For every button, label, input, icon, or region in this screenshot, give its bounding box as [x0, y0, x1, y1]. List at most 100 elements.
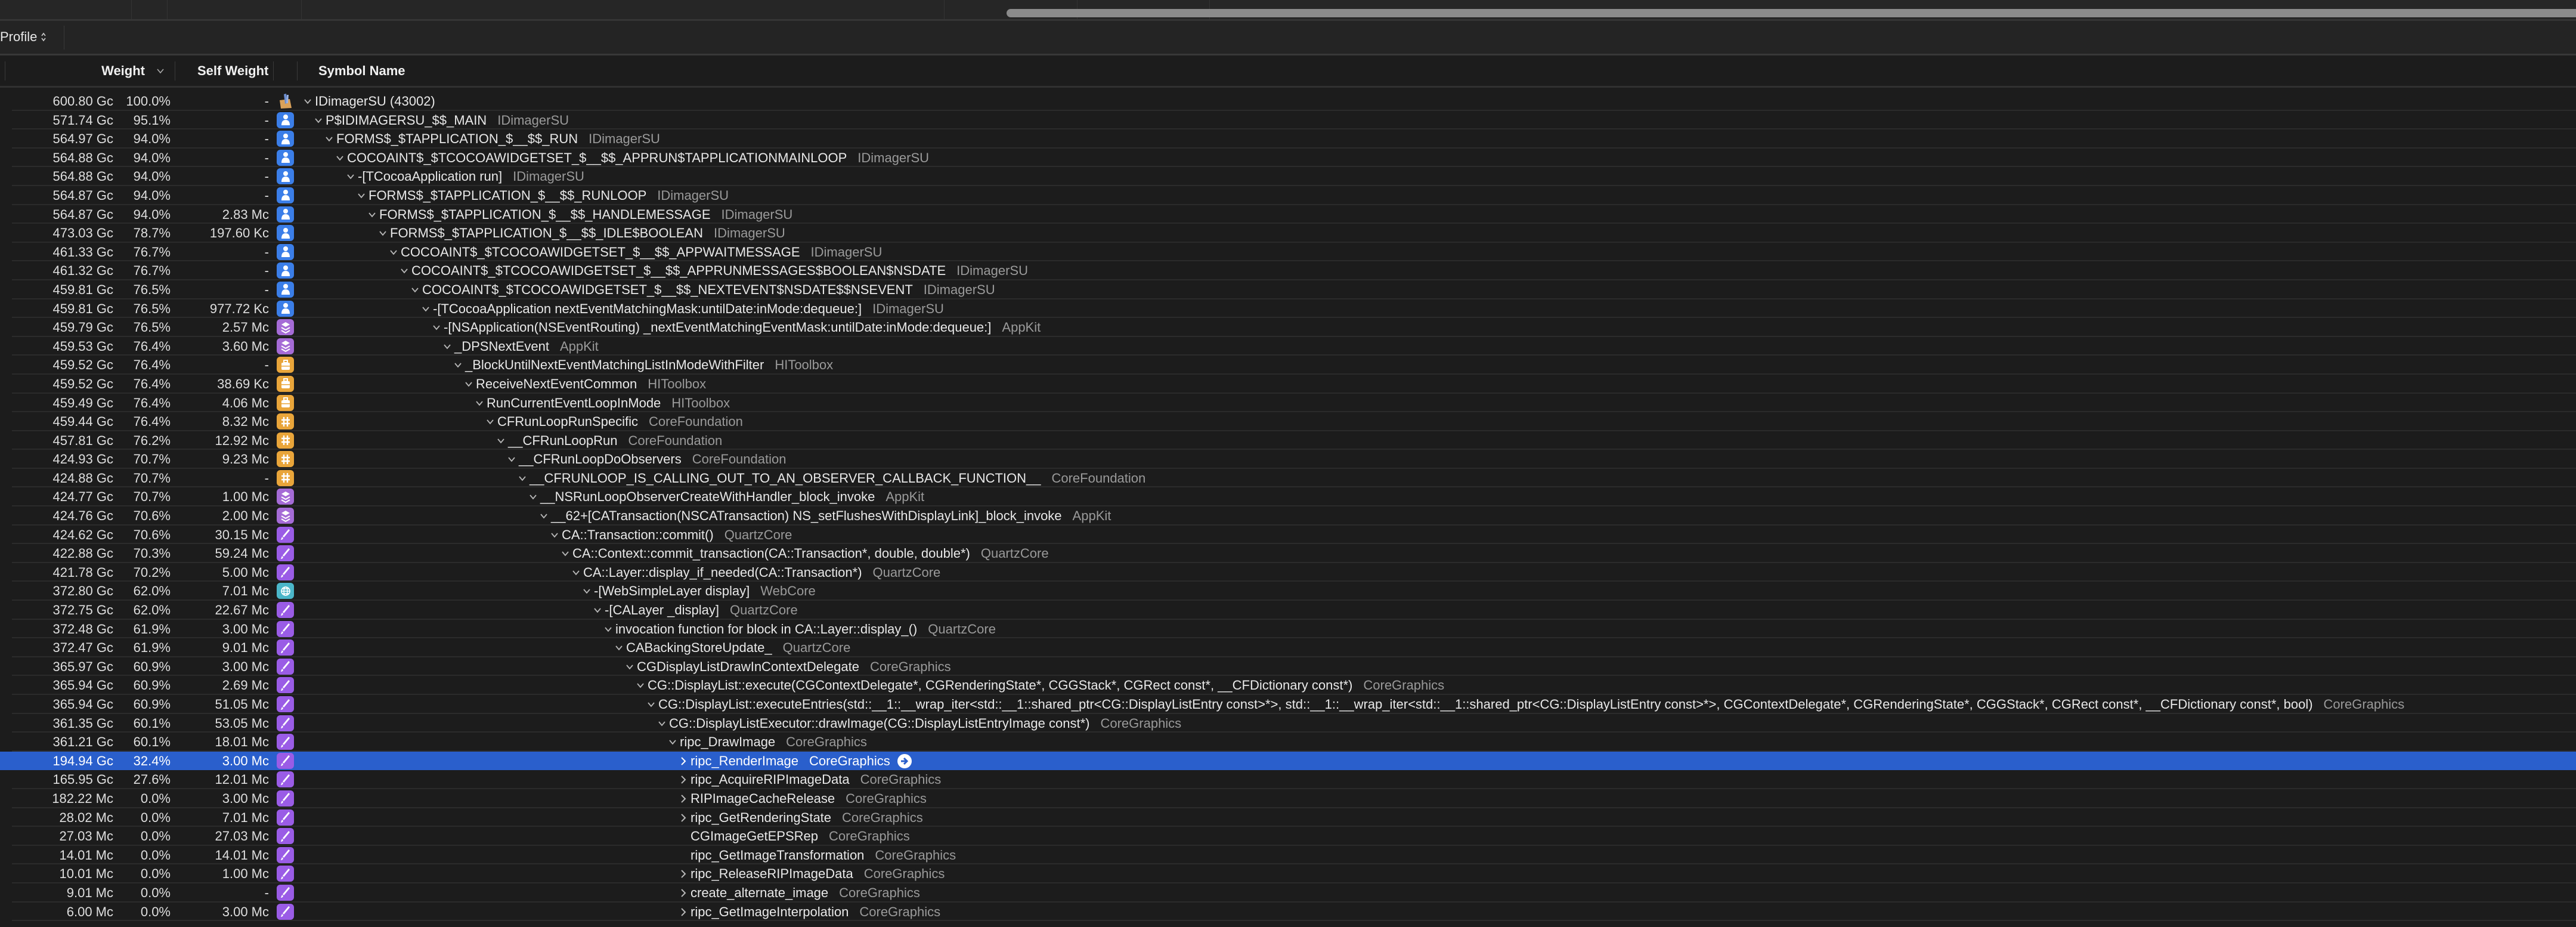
- table-row[interactable]: 459.52 Gc 76.4% - _BlockUntilNextEventMatch…: [0, 356, 2576, 375]
- table-row[interactable]: 372.47 Gc 61.9% 9.01 Mc CABackingStoreUpdat…: [0, 638, 2576, 657]
- table-row[interactable]: 9.01 Mc 0.0% - create_alternate_image CoreGr…: [0, 883, 2576, 903]
- table-row[interactable]: 361.35 Gc 60.1% 53.05 Mc CG::DisplayListExe…: [0, 714, 2576, 733]
- disclosure-toggle[interactable]: [678, 866, 689, 882]
- table-row[interactable]: 10.01 Mc 0.0% 1.00 Mc ripc_ReleaseRIPImageD…: [0, 864, 2576, 883]
- disclosure-toggle[interactable]: [496, 433, 506, 449]
- disclosure-toggle[interactable]: [517, 471, 528, 486]
- disclosure-toggle[interactable]: [635, 678, 646, 693]
- chevron-down-icon[interactable]: [518, 475, 527, 482]
- focus-arrow-icon[interactable]: [897, 753, 912, 768]
- column-header-self-weight[interactable]: Self Weight: [197, 63, 268, 79]
- table-row[interactable]: 372.80 Gc 62.0% 7.01 Mc -[WebSimpleLayer di…: [0, 582, 2576, 601]
- chevron-down-icon[interactable]: [529, 493, 537, 500]
- chevron-down-icon[interactable]: [572, 569, 580, 576]
- chevron-down-icon[interactable]: [593, 607, 602, 614]
- chevron-down-icon[interactable]: [304, 98, 312, 105]
- table-row[interactable]: 422.88 Gc 70.3% 59.24 Mc CA::Context::commi…: [0, 544, 2576, 563]
- chevron-down-icon[interactable]: [647, 701, 655, 708]
- table-row[interactable]: 365.94 Gc 60.9% 2.69 Mc CG::DisplayList::ex…: [0, 676, 2576, 695]
- chevron-down-icon[interactable]: [604, 626, 612, 633]
- chevron-down-icon[interactable]: [475, 400, 484, 407]
- disclosure-toggle[interactable]: [431, 320, 442, 335]
- chevron-right-icon[interactable]: [680, 813, 686, 823]
- table-row[interactable]: 424.93 Gc 70.7% 9.23 Mc __CFRunLoopDoObserv…: [0, 450, 2576, 469]
- chevron-down-icon[interactable]: [422, 305, 430, 313]
- disclosure-toggle[interactable]: [624, 659, 635, 675]
- chevron-down-icon[interactable]: [411, 286, 419, 293]
- table-row[interactable]: 6.00 Mc 0.0% 3.00 Mc ripc_GetImageInterpola…: [0, 903, 2576, 922]
- chevron-down-icon[interactable]: [486, 418, 494, 425]
- sort-descending-icon[interactable]: [156, 67, 165, 75]
- chevron-down-icon[interactable]: [497, 437, 505, 444]
- chevron-down-icon[interactable]: [379, 230, 387, 237]
- table-row[interactable]: 459.79 Gc 76.5% 2.57 Mc -[NSApplication(NSE…: [0, 318, 2576, 337]
- chevron-down-icon[interactable]: [325, 135, 333, 143]
- disclosure-toggle[interactable]: [324, 131, 335, 147]
- chevron-down-icon[interactable]: [357, 192, 366, 199]
- chevron-down-icon[interactable]: [668, 738, 677, 746]
- table-row[interactable]: 459.81 Gc 76.5% - COCOAINT$_$TCOCOAWIDGETSE…: [0, 280, 2576, 299]
- table-row[interactable]: 564.97 Gc 94.0% - FORMS$_$TAPPLICATION_$__$…: [0, 129, 2576, 149]
- table-row[interactable]: 361.21 Gc 60.1% 18.01 Mc ripc_DrawImage Core…: [0, 733, 2576, 752]
- chevron-down-icon[interactable]: [658, 720, 666, 727]
- table-row[interactable]: 365.94 Gc 60.9% 51.05 Mc CG::DisplayList::e…: [0, 695, 2576, 714]
- disclosure-toggle[interactable]: [474, 395, 485, 411]
- column-divider[interactable]: [297, 61, 298, 81]
- table-row[interactable]: 424.76 Gc 70.6% 2.00 Mc __62+[CATransaction…: [0, 506, 2576, 526]
- chevron-down-icon[interactable]: [583, 588, 591, 595]
- disclosure-toggle[interactable]: [657, 716, 667, 731]
- disclosure-toggle[interactable]: [678, 791, 689, 807]
- table-row[interactable]: 459.49 Gc 76.4% 4.06 Mc RunCurrentEventLoop…: [0, 394, 2576, 413]
- disclosure-toggle[interactable]: [678, 753, 689, 769]
- table-row[interactable]: 564.87 Gc 94.0% 2.83 Mc FORMS$_$TAPPLICATIO…: [0, 205, 2576, 224]
- disclosure-toggle[interactable]: [528, 489, 538, 505]
- table-row[interactable]: 372.48 Gc 61.9% 3.00 Mc invocation function…: [0, 620, 2576, 639]
- disclosure-toggle[interactable]: [463, 376, 474, 392]
- profile-selector[interactable]: Profile: [0, 29, 47, 45]
- table-row[interactable]: 459.53 Gc 76.4% 3.60 Mc _DPSNextEvent AppKit: [0, 337, 2576, 356]
- disclosure-toggle[interactable]: [377, 225, 388, 241]
- table-row[interactable]: 182.22 Mc 0.0% 3.00 Mc RIPImageCacheRelease…: [0, 789, 2576, 808]
- table-row[interactable]: 28.02 Mc 0.0% 7.01 Mc ripc_GetRenderingStat…: [0, 808, 2576, 827]
- column-divider[interactable]: [273, 61, 274, 81]
- chevron-right-icon[interactable]: [680, 775, 686, 784]
- chevron-down-icon[interactable]: [389, 249, 398, 256]
- table-row[interactable]: 571.74 Gc 95.1% - P$IDIMAGERSU_$$_MAIN IDima…: [0, 111, 2576, 130]
- disclosure-toggle[interactable]: [410, 282, 420, 298]
- horizontal-scrollbar[interactable]: [1007, 9, 2576, 17]
- chevron-right-icon[interactable]: [680, 756, 686, 766]
- chevron-right-icon[interactable]: [680, 888, 686, 898]
- chevron-down-icon[interactable]: [368, 211, 376, 218]
- table-row[interactable]: 600.80 Gc 100.0% - IDimagerSU (43002): [0, 92, 2576, 111]
- table-row[interactable]: 459.52 Gc 76.4% 38.69 Kc ReceiveNextEventCo…: [0, 375, 2576, 394]
- disclosure-toggle[interactable]: [667, 734, 678, 750]
- table-row[interactable]: 564.88 Gc 94.0% - -[TCocoaApplication run] I…: [0, 167, 2576, 186]
- chevron-down-icon[interactable]: [454, 361, 462, 369]
- disclosure-toggle[interactable]: [549, 527, 560, 543]
- chevron-down-icon[interactable]: [636, 682, 645, 689]
- disclosure-toggle[interactable]: [345, 169, 356, 184]
- table-row[interactable]: 424.62 Gc 70.6% 30.15 Mc CA::Transaction::c…: [0, 526, 2576, 545]
- table-row[interactable]: 165.95 Gc 27.6% 12.01 Mc ripc_AcquireRIPIma…: [0, 770, 2576, 789]
- disclosure-toggle[interactable]: [356, 188, 367, 203]
- disclosure-toggle[interactable]: [678, 904, 689, 920]
- disclosure-toggle[interactable]: [614, 640, 624, 656]
- disclosure-toggle[interactable]: [646, 697, 657, 712]
- disclosure-toggle[interactable]: [678, 772, 689, 787]
- chevron-down-icon[interactable]: [314, 117, 323, 124]
- disclosure-toggle[interactable]: [506, 452, 517, 467]
- disclosure-toggle[interactable]: [560, 546, 571, 561]
- disclosure-toggle[interactable]: [592, 602, 603, 618]
- chevron-down-icon[interactable]: [626, 663, 634, 670]
- chevron-down-icon[interactable]: [615, 644, 623, 651]
- disclosure-toggle[interactable]: [678, 885, 689, 901]
- chevron-right-icon[interactable]: [680, 907, 686, 917]
- disclosure-toggle[interactable]: [453, 357, 463, 373]
- table-row[interactable]: 461.32 Gc 76.7% - COCOAINT$_$TCOCOAWIDGETSE…: [0, 261, 2576, 280]
- table-row[interactable]: 473.03 Gc 78.7% 197.60 Kc FORMS$_$TAPPLICAT…: [0, 224, 2576, 243]
- disclosure-toggle[interactable]: [302, 94, 313, 109]
- disclosure-toggle[interactable]: [485, 414, 496, 429]
- chevron-down-icon[interactable]: [465, 381, 473, 388]
- disclosure-toggle[interactable]: [678, 810, 689, 826]
- table-row[interactable]: 424.88 Gc 70.7% - __CFRUNLOOP_IS_CALLING_OU…: [0, 469, 2576, 488]
